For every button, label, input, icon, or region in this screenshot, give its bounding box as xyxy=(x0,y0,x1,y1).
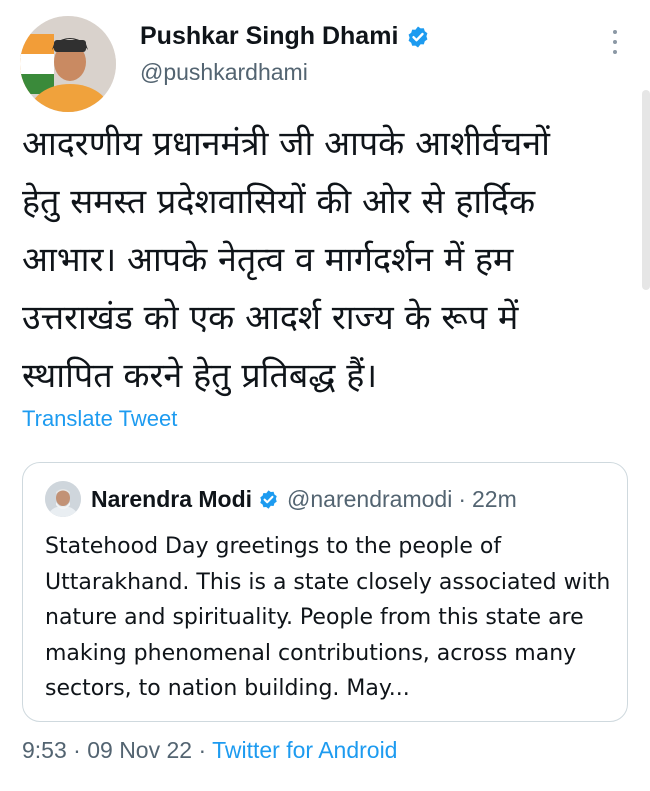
separator-dot: · xyxy=(458,485,466,512)
quoted-tweet-text: Statehood Day greetings to the people of… xyxy=(45,534,611,701)
author-handle[interactable]: @pushkardhami xyxy=(140,59,430,86)
quoted-author-display-name[interactable]: Narendra Modi xyxy=(91,486,252,513)
tweet-time[interactable]: 9:53 xyxy=(22,737,67,763)
quoted-author-avatar[interactable] xyxy=(45,481,81,517)
tweet-text: आदरणीय प्रधानमंत्री जी आपके आशीर्वचनों ह… xyxy=(22,124,550,396)
meta-separator: · xyxy=(66,737,88,763)
tweet-date[interactable]: 09 Nov 22 xyxy=(87,737,192,763)
quoted-tweet-time[interactable]: 22m xyxy=(472,486,517,513)
meta-separator: · xyxy=(192,737,213,763)
verified-badge-icon xyxy=(260,489,277,509)
author-display-name[interactable]: Pushkar Singh Dhami xyxy=(140,22,398,51)
tweet-source-link[interactable]: Twitter for Android xyxy=(212,737,397,763)
more-options-icon[interactable] xyxy=(610,30,620,60)
profile-photo-icon xyxy=(20,16,116,112)
display-name-row: Pushkar Singh Dhami xyxy=(140,22,430,51)
tweet-meta: 9:53 · 09 Nov 22 · Twitter for Android xyxy=(22,737,397,764)
author-names: Pushkar Singh Dhami @pushkardhami xyxy=(140,22,430,86)
quoted-tweet-header: Narendra Modi @narendramodi · 22m xyxy=(45,481,517,517)
quoted-tweet-card[interactable]: Narendra Modi @narendramodi · 22m Stateh… xyxy=(22,462,628,722)
verified-badge-icon xyxy=(408,26,428,47)
scrollbar[interactable] xyxy=(642,90,650,290)
quoted-author-handle[interactable]: @narendramodi xyxy=(287,486,452,513)
profile-photo-icon xyxy=(45,481,81,517)
translate-tweet-link[interactable]: Translate Tweet xyxy=(22,406,177,432)
author-avatar[interactable] xyxy=(20,16,116,112)
tweet-header: Pushkar Singh Dhami @pushkardhami xyxy=(20,16,640,112)
